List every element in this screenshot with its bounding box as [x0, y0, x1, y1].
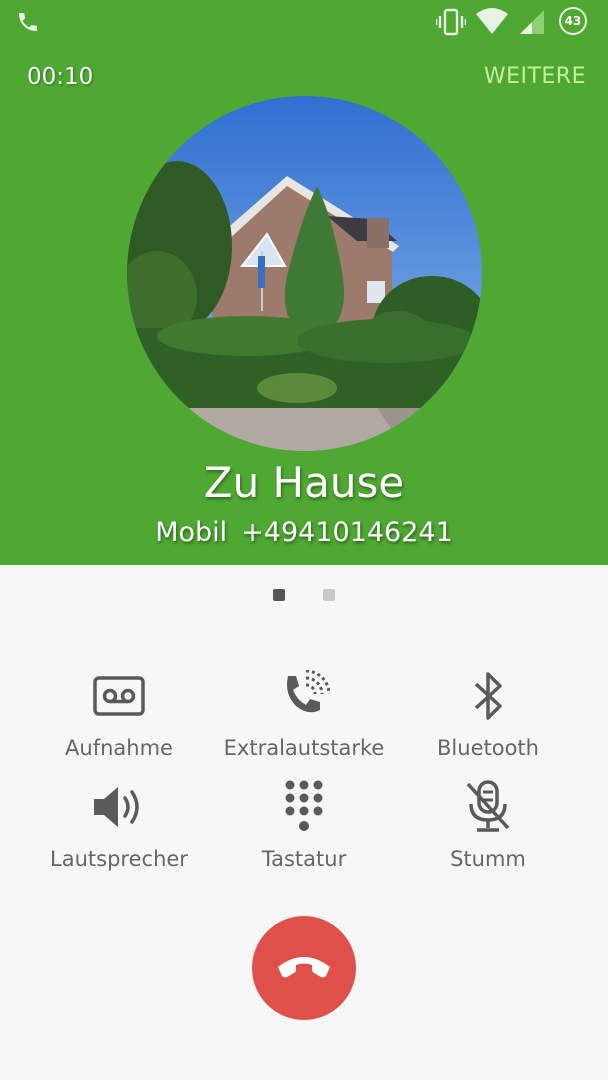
call-timer: 00:10 [27, 64, 94, 90]
contact-name: Zu Hause [203, 458, 405, 507]
keypad-label: Tastatur [261, 847, 347, 871]
contact-number: Mobil +49410146241 [0, 517, 608, 548]
number-type-label: Mobil [155, 517, 228, 548]
page-dot-active[interactable] [273, 589, 285, 601]
page-dot-inactive[interactable] [323, 589, 335, 601]
mute-icon [398, 779, 578, 835]
bluetooth-button[interactable]: Bluetooth [398, 668, 578, 760]
extra-volume-button[interactable]: Extralautstarke [214, 668, 394, 760]
speaker-icon [29, 779, 209, 835]
end-call-icon [276, 951, 332, 985]
page-indicator [0, 589, 608, 601]
contact-photo [127, 96, 482, 451]
keypad-button[interactable]: Tastatur [214, 779, 394, 871]
vibrate-icon [435, 8, 467, 40]
mute-button[interactable]: Stumm [398, 779, 578, 871]
phone-number: +49410146241 [241, 517, 453, 548]
phone-icon [16, 10, 40, 38]
record-label: Aufnahme [65, 736, 173, 760]
speaker-label: Lautsprecher [50, 847, 188, 871]
bluetooth-label: Bluetooth [437, 736, 539, 760]
wifi-icon [476, 8, 508, 40]
keypad-icon [214, 779, 394, 835]
extra-volume-icon [214, 668, 394, 724]
record-icon [29, 668, 209, 724]
extra-volume-label: Extralautstarke [223, 736, 385, 760]
mute-label: Stumm [450, 847, 526, 871]
battery-icon: 43 [559, 7, 587, 35]
bluetooth-icon [398, 668, 578, 724]
record-button[interactable]: Aufnahme [29, 668, 209, 760]
end-call-button[interactable] [252, 916, 356, 1020]
call-header: 43 00:10 WEITERE Zu Hause Mobil +4941014… [0, 0, 608, 565]
status-bar: 43 [0, 0, 608, 44]
signal-icon [518, 8, 546, 40]
speaker-button[interactable]: Lautsprecher [29, 779, 209, 871]
more-button[interactable]: WEITERE [484, 64, 586, 89]
